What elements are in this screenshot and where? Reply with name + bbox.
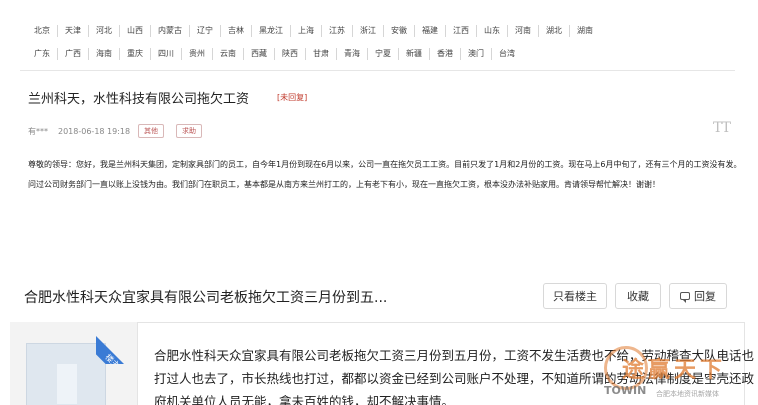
region-link[interactable]: 安徽 — [383, 25, 414, 37]
region-row-2: 广东 广西 海南 重庆 四川 贵州 云南 西藏 陕西 甘肃 青海 宁夏 新疆 香港 澳门 台湾 — [28, 45, 728, 63]
reply-label: 回复 — [694, 290, 716, 303]
region-link[interactable]: 山西 — [119, 25, 150, 37]
region-link[interactable]: 山东 — [476, 25, 507, 37]
category-tag-other[interactable]: 其他 — [138, 124, 164, 138]
region-link[interactable]: 天津 — [57, 25, 88, 37]
region-link[interactable]: 黑龙江 — [251, 25, 290, 37]
region-link[interactable]: 广西 — [57, 48, 88, 60]
region-link[interactable]: 江苏 — [321, 25, 352, 37]
top-cutoff-text — [0, 0, 758, 8]
region-link[interactable]: 西藏 — [243, 48, 274, 60]
reply-status-badge: [未回复] — [277, 93, 308, 102]
region-link[interactable]: 河南 — [507, 25, 538, 37]
region-link[interactable]: 辽宁 — [189, 25, 220, 37]
favorite-label: 收藏 — [627, 290, 649, 303]
region-link[interactable]: 宁夏 — [367, 48, 398, 60]
region-link[interactable]: 上海 — [290, 25, 321, 37]
post-meta: 有*** 2018-06-18 19:18 其他 求助 — [28, 124, 214, 138]
op-ribbon: 楼主 — [96, 322, 138, 364]
divider — [20, 70, 735, 71]
comment-icon — [680, 292, 690, 303]
region-link[interactable]: 吉林 — [220, 25, 251, 37]
only-op-label: 只看楼主 — [553, 290, 597, 303]
region-link[interactable]: 广东 — [28, 48, 57, 60]
avatar-placeholder — [57, 364, 77, 404]
region-link[interactable]: 四川 — [150, 48, 181, 60]
font-size-icon[interactable]: TT — [713, 120, 731, 136]
region-link[interactable]: 河北 — [88, 25, 119, 37]
favorite-button[interactable]: 收藏 — [615, 283, 661, 309]
region-link[interactable]: 澳门 — [460, 48, 491, 60]
region-link[interactable]: 湖南 — [569, 25, 600, 37]
region-link[interactable]: 云南 — [212, 48, 243, 60]
category-tag-help[interactable]: 求助 — [176, 124, 202, 138]
only-op-button[interactable]: 只看楼主 — [543, 283, 607, 309]
region-link[interactable]: 内蒙古 — [150, 25, 189, 37]
region-row-1: 北京 天津 河北 山西 内蒙古 辽宁 吉林 黑龙江 上海 江苏 浙江 安徽 福建 江西 山东 河南 湖北 湖南 — [28, 22, 728, 40]
thread-title: 合肥水性科天众宜家具有限公司老板拖欠工资三月份到五... — [24, 290, 388, 306]
region-link[interactable]: 江西 — [445, 25, 476, 37]
post-author: 有*** — [28, 126, 48, 136]
region-link[interactable]: 贵州 — [181, 48, 212, 60]
region-link[interactable]: 重庆 — [119, 48, 150, 60]
avatar[interactable] — [26, 343, 106, 405]
region-link[interactable]: 陕西 — [274, 48, 305, 60]
watermark-logo: 途赢天下 TOWIN 合肥本地资讯新媒体 — [596, 344, 758, 405]
op-ribbon-label: 楼主 — [96, 332, 138, 364]
region-link[interactable]: 新疆 — [398, 48, 429, 60]
region-filter: 北京 天津 河北 山西 内蒙古 辽宁 吉林 黑龙江 上海 江苏 浙江 安徽 福建 江西 山东 河南 湖北 湖南 广… — [28, 22, 728, 68]
region-link[interactable]: 浙江 — [352, 25, 383, 37]
region-link[interactable]: 海南 — [88, 48, 119, 60]
region-link[interactable]: 台湾 — [491, 48, 522, 60]
post-title[interactable]: 兰州科天，水性科技有限公司拖欠工资 — [28, 88, 249, 107]
post-date: 2018-06-18 19:18 — [58, 126, 131, 136]
region-link[interactable]: 福建 — [414, 25, 445, 37]
region-link[interactable]: 湖北 — [538, 25, 569, 37]
region-link[interactable]: 香港 — [429, 48, 460, 60]
reply-button[interactable]: 回复 — [669, 283, 727, 309]
post-body: 尊敬的领导：您好，我是兰州科天集团，定制家具部门的员工，自今年1月份到现在6月以… — [28, 160, 742, 189]
region-link[interactable]: 甘肃 — [305, 48, 336, 60]
watermark-text: 途赢天下 — [622, 358, 727, 383]
region-link[interactable]: 青海 — [336, 48, 367, 60]
watermark-brand: TOWIN — [604, 384, 647, 397]
region-link[interactable]: 北京 — [28, 25, 57, 37]
watermark-subtitle: 合肥本地资讯新媒体 — [656, 390, 719, 398]
